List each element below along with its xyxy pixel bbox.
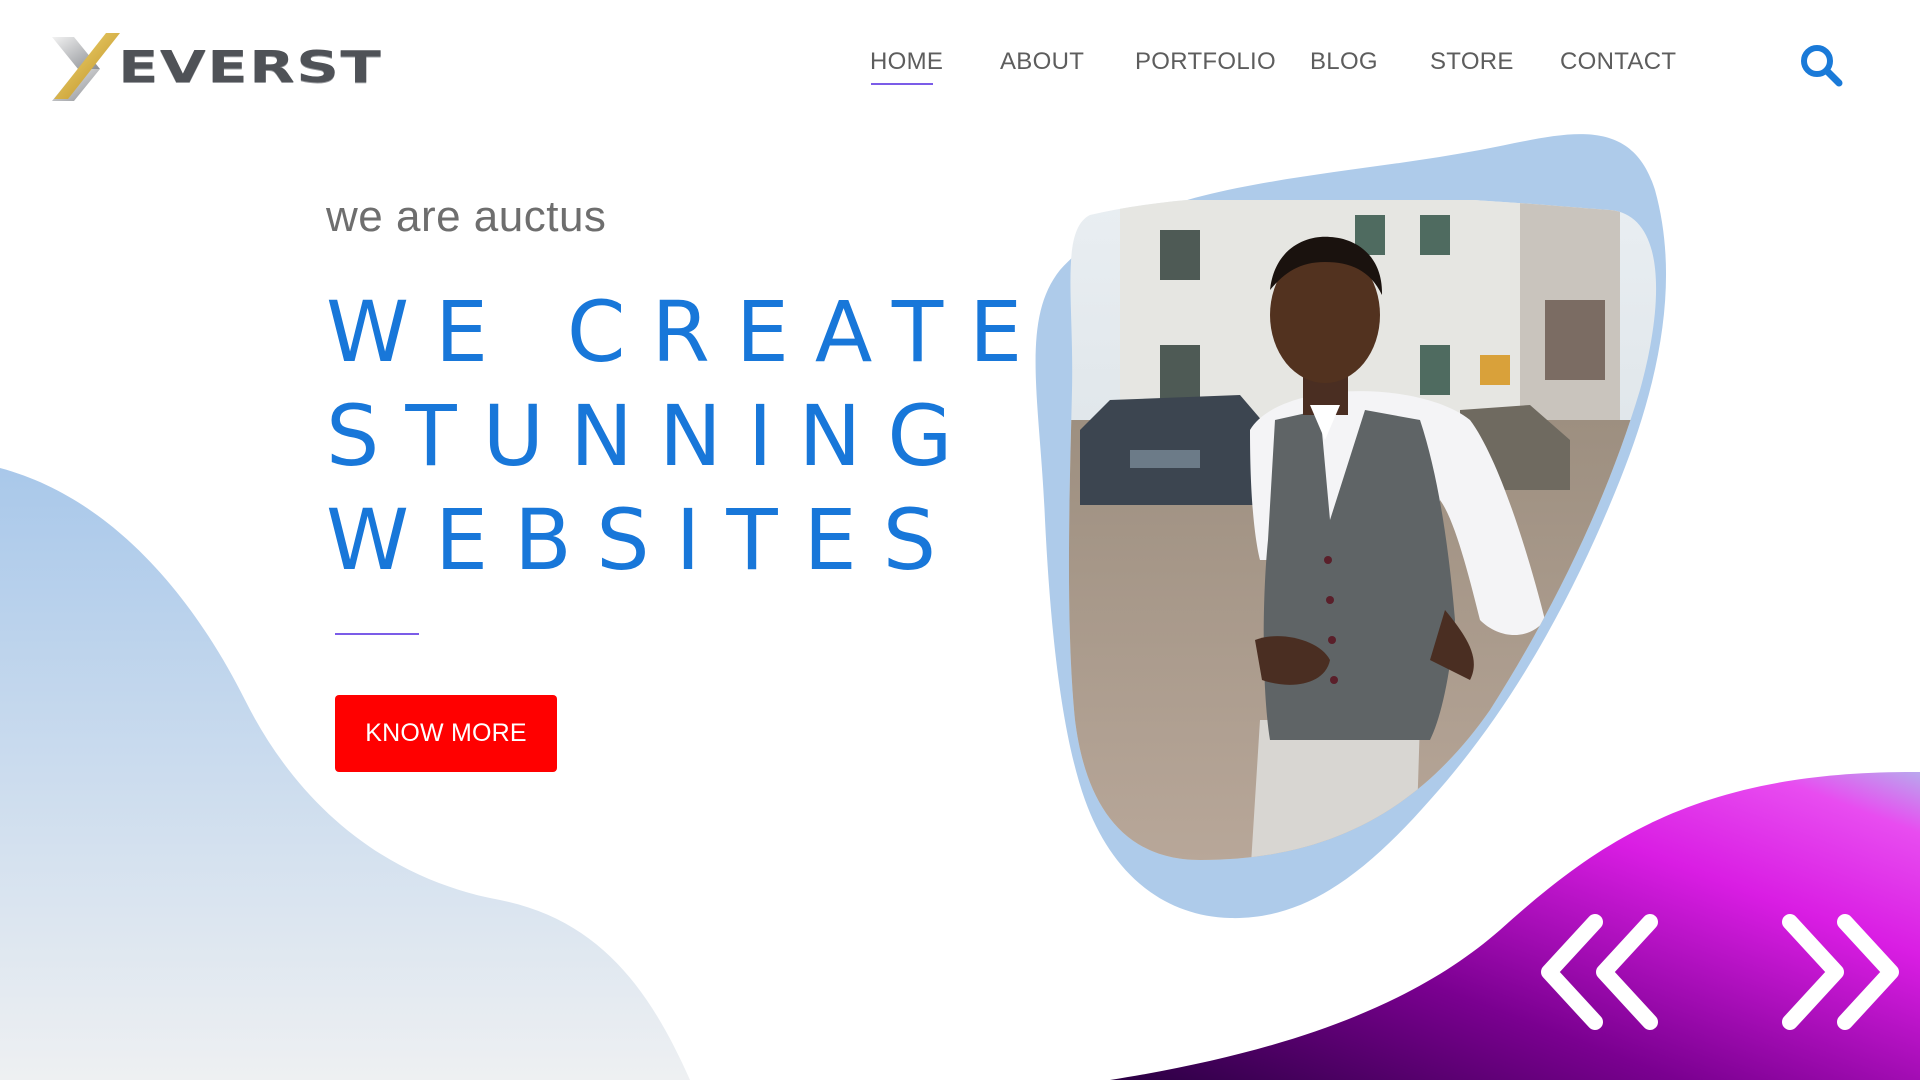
headline-line-1: WE CREATE [326,283,1049,381]
hero-tagline: we are auctus [326,192,607,241]
nav-item-store[interactable]: STORE [1430,48,1514,76]
headline-line-2: STUNNING [326,387,979,485]
know-more-button[interactable]: KNOW MORE [335,695,557,772]
double-chevron-right-icon[interactable] [1775,912,1905,1032]
nav-item-portfolio[interactable]: PORTFOLIO [1135,48,1276,76]
photo-frame-blob [1035,134,1667,919]
x-chevron-logo-icon [52,33,120,101]
headline-line-3: WEBSITES [326,491,963,589]
nav-item-home[interactable]: HOME [870,48,943,85]
brand-logo[interactable]: EVERST [48,28,381,106]
site-header: EVERST HOME ABOUT PORTFOLIO BLOG STORE C… [0,0,1920,130]
nav-item-blog[interactable]: BLOG [1310,48,1378,76]
brand-name: EVERST [118,41,383,93]
search-icon[interactable] [1798,42,1844,88]
double-chevron-left-icon[interactable] [1535,912,1665,1032]
nav-item-about[interactable]: ABOUT [1000,48,1084,76]
nav-item-contact[interactable]: CONTACT [1560,48,1676,76]
hero-headline: WE CREATE STUNNING WEBSITES [326,280,1048,592]
hero-divider [335,633,419,635]
